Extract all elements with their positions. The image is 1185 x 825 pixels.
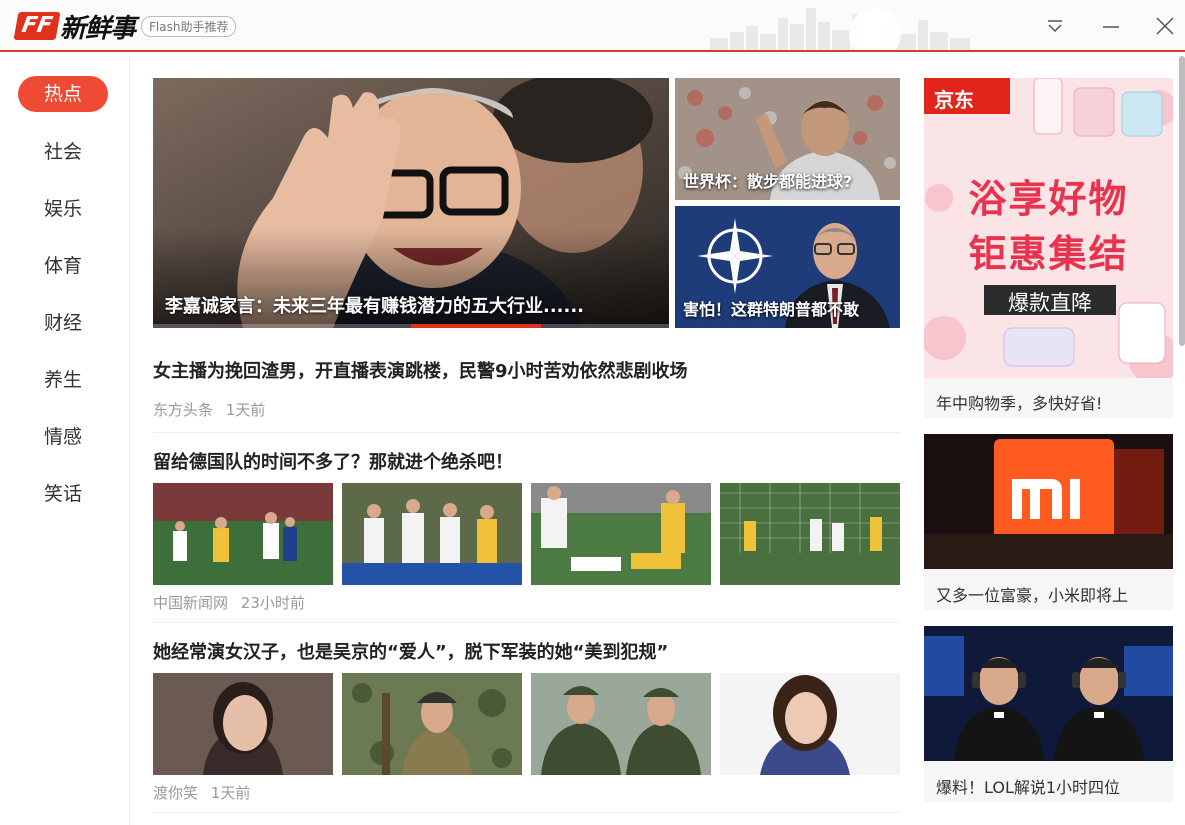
divider (153, 432, 900, 433)
ad-card-lol[interactable]: 爆料！LOL解说1小时四位 (924, 626, 1173, 802)
article-thumbnail[interactable] (342, 673, 522, 775)
ad-badge: 爆款直降 (1008, 291, 1092, 315)
nav-item-sports[interactable]: 体育 (18, 248, 108, 284)
close-icon (1156, 17, 1174, 35)
goal-net-image (720, 483, 900, 585)
military-uniform-image (531, 673, 711, 775)
article-title[interactable]: 她经常演女汉子，也是吴京的“爱人”，脱下军装的她“美到犯规” (153, 638, 668, 664)
article-time: 1天前 (210, 784, 251, 802)
army-training-image (342, 673, 522, 775)
xiaomi-sign-image (924, 434, 1173, 569)
category-sidebar: 热点 社会 娱乐 体育 财经 养生 情感 笑话 (0, 54, 130, 825)
ad-column: 京东 浴享好物 钜惠集结 爆款直降 年中购物季，多快好省! 又多一位富豪，小米即… (915, 54, 1185, 825)
match-tackle-image (531, 483, 711, 585)
ad-headline-2: 钜惠集结 (968, 232, 1129, 276)
hero-feature[interactable]: 李嘉诚家言：未来三年最有赚钱潜力的五大行业...... (153, 78, 669, 328)
app-logo[interactable]: FF 新鲜事 Flash助手推荐 (13, 8, 237, 44)
nato-caption: 害怕！这群特朗普都不敢 (683, 300, 860, 319)
team-celebration-image (342, 483, 522, 585)
article-time: 23小时前 (240, 594, 305, 612)
jd-brand: 京东 (934, 88, 974, 112)
woman-portrait-image (720, 673, 900, 775)
ad-card-jd[interactable]: 京东 浴享好物 钜惠集结 爆款直降 年中购物季，多快好省! (924, 78, 1173, 418)
football-referee-image (153, 483, 333, 585)
actress-portrait-image (153, 673, 333, 775)
article-thumbnail[interactable] (342, 483, 522, 585)
hero-image (153, 78, 669, 328)
article-thumbnail[interactable] (531, 483, 711, 585)
nav-item-emotion[interactable]: 情感 (18, 419, 108, 455)
minimize-button[interactable] (1097, 12, 1125, 40)
article-thumbnail[interactable] (531, 673, 711, 775)
side-feature-nato[interactable]: 害怕！这群特朗普都不敢 (675, 206, 900, 328)
article-thumbnail[interactable] (153, 673, 333, 775)
article-meta: 中国新闻网 23小时前 (153, 592, 305, 613)
ad-headline-1: 浴享好物 (968, 177, 1129, 221)
ad-caption: 爆料！LOL解说1小时四位 (936, 778, 1121, 797)
article-title[interactable]: 女主播为挽回渣男，开直播表演跳楼，民警9小时苦劝依然悲剧收场 (153, 357, 688, 383)
divider (153, 622, 900, 623)
title-bar: FF 新鲜事 Flash助手推荐 (0, 0, 1185, 52)
nav-item-entertainment[interactable]: 娱乐 (18, 191, 108, 227)
side-feature-worldcup[interactable]: 世界杯：散步都能进球? (675, 78, 900, 200)
nav-item-jokes[interactable]: 笑话 (18, 476, 108, 512)
divider (153, 812, 900, 813)
lol-casters-image (924, 626, 1173, 761)
hero-caption: 李嘉诚家言：未来三年最有赚钱潜力的五大行业...... (165, 296, 585, 317)
article-thumbnail[interactable] (720, 673, 900, 775)
ad-caption: 年中购物季，多快好省! (936, 394, 1103, 413)
news-feed: 李嘉诚家言：未来三年最有赚钱潜力的五大行业...... 世界杯：散步都能进球? (130, 54, 915, 825)
article-title[interactable]: 留给德国队的时间不多了？那就进个绝杀吧！ (153, 448, 513, 474)
minimize-icon (1103, 26, 1119, 28)
nav-item-finance[interactable]: 财经 (18, 305, 108, 341)
nav-item-hot[interactable]: 热点 (18, 76, 108, 112)
carousel-indicator[interactable] (411, 324, 541, 328)
article-thumbnail[interactable] (153, 483, 333, 585)
dropdown-icon (1048, 20, 1062, 33)
article-meta: 渡你笑 1天前 (153, 782, 250, 803)
logo-tag: Flash助手推荐 (141, 15, 237, 37)
worldcup-caption: 世界杯：散步都能进球? (683, 172, 853, 191)
nav-item-health[interactable]: 养生 (18, 362, 108, 398)
article-time: 1天前 (225, 401, 266, 419)
scrollbar-thumb[interactable] (1179, 56, 1185, 346)
article-source: 渡你笑 (153, 784, 199, 802)
ad-card-xiaomi[interactable]: 又多一位富豪，小米即将上 (924, 434, 1173, 610)
close-button[interactable] (1151, 12, 1179, 40)
logo-text: 新鲜事 (60, 13, 136, 44)
article-thumbnail[interactable] (720, 483, 900, 585)
skyline-decoration (710, 8, 970, 50)
article-source: 东方头条 (153, 401, 214, 419)
article-meta: 东方头条 1天前 (153, 399, 265, 420)
nav-item-society[interactable]: 社会 (18, 134, 108, 170)
dropdown-button[interactable] (1041, 12, 1069, 40)
ad-caption: 又多一位富豪，小米即将上 (936, 586, 1129, 605)
article-source: 中国新闻网 (153, 594, 229, 612)
logo-mark: FF (13, 12, 61, 40)
